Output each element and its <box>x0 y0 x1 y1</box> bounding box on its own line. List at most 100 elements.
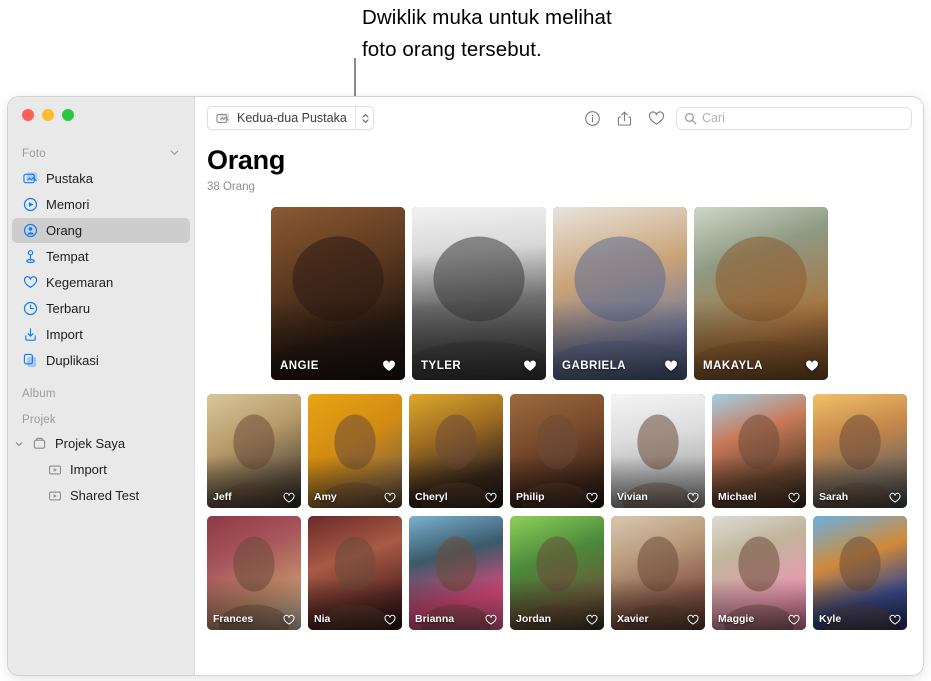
person-name: Kyle <box>819 613 841 625</box>
people-grid-row-2: Frances Nia Brianna Jordan Xavier Maggie Kyle <box>195 508 923 630</box>
featured-person-tile[interactable]: MAKAYLA <box>694 207 828 380</box>
sidebar-item-label: Pustaka <box>46 171 93 186</box>
person-tile[interactable]: Sarah <box>813 394 907 508</box>
search-placeholder: Cari <box>702 111 725 125</box>
sidebar-item-memori[interactable]: Memori <box>12 192 190 217</box>
sidebar-group-foto-label: Foto <box>22 148 46 160</box>
person-tile[interactable]: Amy <box>308 394 402 508</box>
people-grid-row-1: Jeff Amy Cheryl Philip Vivian Michael Sarah <box>195 380 923 508</box>
share-icon[interactable] <box>612 106 636 130</box>
featured-person-tile[interactable]: ANGIE <box>271 207 405 380</box>
sidebar-item-label: Import <box>46 327 83 342</box>
favorite-outline-icon[interactable] <box>283 492 295 504</box>
info-icon[interactable] <box>580 106 604 130</box>
favorite-outline-icon[interactable] <box>889 614 901 626</box>
photo-stack-icon <box>216 111 231 126</box>
featured-person-tile[interactable]: GABRIELA <box>553 207 687 380</box>
person-name: MAKAYLA <box>703 360 763 372</box>
library-popup-label: Kedua-dua Pustaka <box>237 111 347 125</box>
favorite-outline-icon[interactable] <box>788 492 800 504</box>
slideshow-icon <box>46 487 63 504</box>
favorite-outline-icon[interactable] <box>485 492 497 504</box>
person-name: Vivian <box>617 491 648 503</box>
sidebar-item-label: Memori <box>46 197 89 212</box>
favorite-outline-icon[interactable] <box>384 614 396 626</box>
callout-line-2: foto orang tersebut. <box>362 34 922 66</box>
featured-person-tile[interactable]: TYLER <box>412 207 546 380</box>
minimize-button[interactable] <box>42 109 54 121</box>
person-name: Maggie <box>718 613 754 625</box>
sidebar-item-duplikasi[interactable]: Duplikasi <box>12 348 190 373</box>
person-tile[interactable]: Vivian <box>611 394 705 508</box>
heart-outline-icon[interactable] <box>644 106 668 130</box>
chevron-down-icon[interactable] <box>169 147 180 161</box>
sidebar-item-label: Terbaru <box>46 301 90 316</box>
favorite-outline-icon[interactable] <box>384 492 396 504</box>
favorite-filled-icon[interactable] <box>382 359 396 373</box>
favorite-filled-icon[interactable] <box>523 359 537 373</box>
page-subtitle: 38 Orang <box>195 176 923 193</box>
person-tile[interactable]: Kyle <box>813 516 907 630</box>
person-tile[interactable]: Michael <box>712 394 806 508</box>
person-tile[interactable]: Frances <box>207 516 301 630</box>
zoom-button[interactable] <box>62 109 74 121</box>
sidebar-group-projek-header[interactable]: Projek <box>8 404 194 430</box>
sidebar-group-projek-label: Projek <box>22 414 56 426</box>
person-name: Brianna <box>415 613 454 625</box>
sidebar-item-label: Projek Saya <box>55 436 125 451</box>
library-popup-button[interactable]: Kedua-dua Pustaka <box>207 106 374 130</box>
sidebar-item-label: Orang <box>46 223 82 238</box>
project-folder-icon <box>31 435 48 452</box>
sidebar-item-kegemaran[interactable]: Kegemaran <box>12 270 190 295</box>
person-name: ANGIE <box>280 360 319 372</box>
person-tile[interactable]: Brianna <box>409 516 503 630</box>
favorite-filled-icon[interactable] <box>664 359 678 373</box>
featured-people-row: ANGIE TYLERGABRIELA MAKAYLA <box>195 193 923 380</box>
sidebar-item-projek-saya[interactable]: Projek Saya <box>12 431 190 456</box>
duplicates-icon <box>22 352 39 369</box>
person-tile[interactable]: Cheryl <box>409 394 503 508</box>
person-name: Jeff <box>213 491 232 503</box>
favorite-outline-icon[interactable] <box>485 614 497 626</box>
person-tile[interactable]: Philip <box>510 394 604 508</box>
sidebar-group-foto-header[interactable]: Foto <box>8 141 194 165</box>
person-tile[interactable]: Jeff <box>207 394 301 508</box>
sidebar-group-album-header[interactable]: Album <box>8 374 194 404</box>
person-tile[interactable]: Maggie <box>712 516 806 630</box>
sidebar-item-projek-import[interactable]: Import <box>12 457 190 482</box>
sidebar-group-album-label: Album <box>22 388 56 400</box>
person-name: Cheryl <box>415 491 448 503</box>
close-button[interactable] <box>22 109 34 121</box>
sidebar-scroll: Foto Pustaka Memori <box>8 97 194 508</box>
person-tile[interactable]: Xavier <box>611 516 705 630</box>
up-down-chevrons-icon[interactable] <box>355 107 370 129</box>
person-name: Jordan <box>516 613 551 625</box>
sidebar-item-label: Import <box>70 462 107 477</box>
person-tile[interactable]: Jordan <box>510 516 604 630</box>
sidebar: Foto Pustaka Memori <box>8 97 195 675</box>
places-pin-icon <box>22 248 39 265</box>
chevron-down-icon[interactable] <box>14 439 24 449</box>
sidebar-item-terbaru[interactable]: Terbaru <box>12 296 190 321</box>
favorite-outline-icon[interactable] <box>788 614 800 626</box>
sidebar-item-pustaka[interactable]: Pustaka <box>12 166 190 191</box>
person-tile[interactable]: Nia <box>308 516 402 630</box>
sidebar-item-orang[interactable]: Orang <box>12 218 190 243</box>
favorite-outline-icon[interactable] <box>687 614 699 626</box>
favorite-outline-icon[interactable] <box>889 492 901 504</box>
sidebar-item-tempat[interactable]: Tempat <box>12 244 190 269</box>
people-icon <box>22 222 39 239</box>
favorite-outline-icon[interactable] <box>283 614 295 626</box>
sidebar-item-import[interactable]: Import <box>12 322 190 347</box>
favorite-outline-icon[interactable] <box>586 492 598 504</box>
sidebar-item-label: Tempat <box>46 249 89 264</box>
favorite-outline-icon[interactable] <box>586 614 598 626</box>
search-input[interactable]: Cari <box>676 107 912 130</box>
person-name: Sarah <box>819 491 848 503</box>
person-name: Michael <box>718 491 757 503</box>
favorite-outline-icon[interactable] <box>687 492 699 504</box>
photos-app-window: Foto Pustaka Memori <box>8 97 923 675</box>
person-name: Nia <box>314 613 330 625</box>
sidebar-item-shared-test[interactable]: Shared Test <box>12 483 190 508</box>
favorite-filled-icon[interactable] <box>805 359 819 373</box>
